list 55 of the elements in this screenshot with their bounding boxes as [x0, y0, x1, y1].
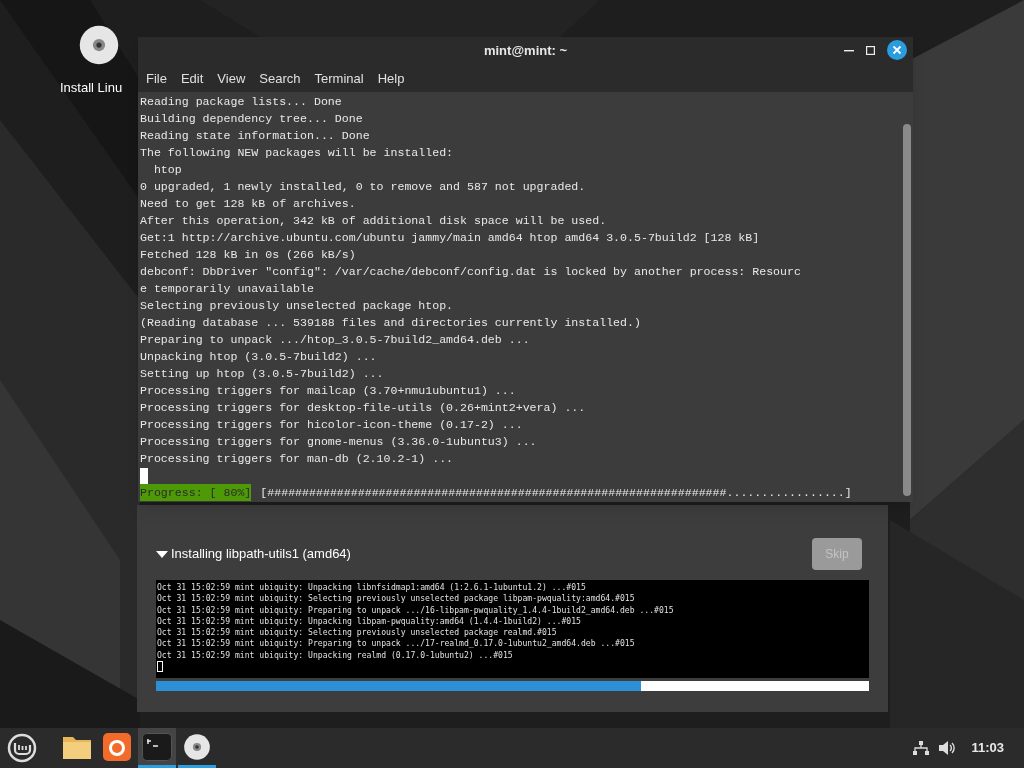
- terminal-line: Building dependency tree... Done: [140, 111, 364, 127]
- log-line: Oct 31 15:02:59 mint ubiquity: Unpacking realmd (0.17.0-1ubuntu2) ...#015: [157, 649, 514, 662]
- close-icon[interactable]: [887, 40, 907, 60]
- maximize-icon[interactable]: [866, 45, 875, 55]
- log-line: Oct 31 15:02:59 mint ubiquity: Preparing to unpack .../16-libpam-pwquality_1.4.4-1build2_amd64.deb ...#015: [157, 604, 675, 616]
- terminal-line: 0 upgraded, 1 newly installed, 0 to remove and 587 not upgraded.: [140, 179, 587, 195]
- terminal-line: Preparing to unpack .../htop_3.0.5-7build2_amd64.deb ...: [140, 332, 531, 348]
- menu-item[interactable]: Search: [253, 68, 307, 89]
- terminal-line: e temporarily unavailable: [140, 281, 315, 297]
- browser-icon: [103, 732, 131, 761]
- cursor: [157, 661, 163, 673]
- progress-label: Progress: [ 80%]: [140, 484, 252, 501]
- terminal-line: The following NEW packages will be installed:: [140, 145, 455, 161]
- taskbar-button[interactable]: [138, 728, 176, 768]
- log-line: Oct 31 15:02:59 mint ubiquity: Unpacking libpam-pwquality:amd64 (1.4.4-1build2) ...#015: [157, 615, 582, 628]
- terminal-line: htop: [152, 162, 183, 178]
- menu-logo-icon[interactable]: [7, 733, 37, 763]
- terminal-line: Processing triggers for desktop-file-utils (0.26+mint2+vera) ...: [140, 400, 587, 416]
- log-line: Oct 31 15:02:59 mint ubiquity: Selecting previously unselected package libpam-pwquality:amd64.#015: [157, 593, 636, 605]
- menu-item[interactable]: Edit: [174, 68, 210, 89]
- disc-icon[interactable]: [77, 24, 120, 66]
- terminal-line: Processing triggers for mailcap (3.70+nmu1ubuntu1) ...: [140, 383, 517, 399]
- menu-item[interactable]: File: [140, 68, 173, 89]
- terminal-line: Setting up htop (3.0.5-7build2) ...: [140, 366, 385, 382]
- terminal-line: Need to get 128 kB of archives.: [140, 196, 357, 212]
- expanded-triangle-icon[interactable]: [156, 549, 168, 558]
- window-title: mint@mint: ~: [483, 42, 568, 61]
- log-line: Oct 31 15:02:59 mint ubiquity: Selecting previously unselected package realmd.#015: [157, 627, 558, 639]
- clock[interactable]: 11:03: [971, 738, 1004, 758]
- desktop-icon-label[interactable]: Install Linu: [60, 78, 137, 98]
- log-line: Oct 31 15:02:59 mint ubiquity: Unpacking libnfsidmap1:amd64 (1:2.6.1-1ubuntu1.2) ...#015: [157, 582, 587, 594]
- terminal-line: Reading package lists... Done: [140, 94, 343, 110]
- terminal-icon: [142, 732, 172, 761]
- terminal-line: Selecting previously unselected package htop.: [140, 298, 455, 314]
- menu-item[interactable]: Terminal: [308, 68, 370, 89]
- log-line: Oct 31 15:02:59 mint ubiquity: Preparing to unpack .../17-realmd_0.17.0-1ubuntu2_amd64.deb ...#015: [157, 638, 636, 650]
- volume-icon[interactable]: [939, 741, 958, 755]
- cursor: [140, 468, 148, 484]
- menu-item[interactable]: View: [211, 68, 252, 89]
- terminal-line: (Reading database ... 539188 files and directories currently installed.): [140, 315, 642, 331]
- progress-text: [##################################################################.................]: [260, 485, 852, 501]
- disc-icon: [183, 732, 211, 761]
- install-status: Installing libpath-utils1 (amd64): [171, 544, 351, 563]
- terminal-line: Get:1 http://archive.ubuntu.com/ubuntu jammy/main amd64 htop amd64 3.0.5-7build2 [128 kB]: [140, 230, 761, 246]
- terminal-line: Fetched 128 kB in 0s (266 kB/s): [140, 247, 357, 263]
- terminal-line: After this operation, 342 kB of additional disk space will be used.: [140, 213, 608, 229]
- terminal-line: debconf: DbDriver "config": /var/cache/debconf/config.dat is locked by another process: Resourc: [140, 264, 802, 280]
- scrollbar-thumb[interactable]: [903, 124, 911, 496]
- terminal-line: Reading state information... Done: [140, 128, 371, 144]
- terminal-line: Processing triggers for man-db (2.10.2-1) ...: [140, 451, 455, 467]
- terminal-line: Processing triggers for gnome-menus (3.36.0-1ubuntu3) ...: [140, 434, 538, 450]
- menu-item[interactable]: Help: [371, 68, 411, 89]
- terminal-line: Processing triggers for hicolor-icon-theme (0.17-2) ...: [140, 417, 524, 433]
- terminal-line: Unpacking htop (3.0.5-7build2) ...: [140, 349, 378, 365]
- network-icon[interactable]: [913, 741, 930, 755]
